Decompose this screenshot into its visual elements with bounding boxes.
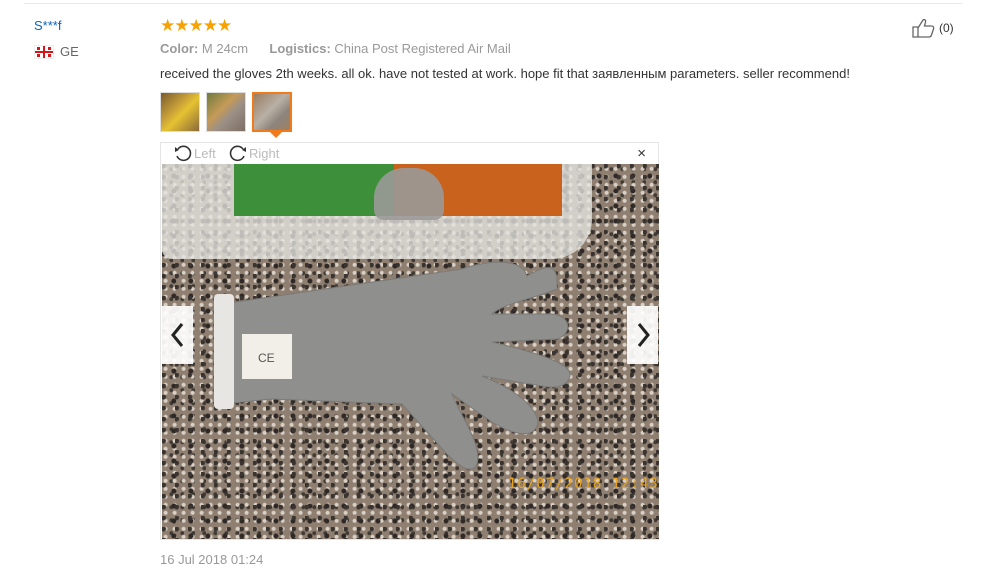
- reviewer-name[interactable]: S***f: [34, 18, 61, 33]
- review-photo-thumb-2[interactable]: [206, 92, 246, 132]
- country-code: GE: [60, 44, 79, 59]
- photo-viewer: Left Right × CE 16/07/2018 12:43: [160, 142, 659, 540]
- helpful-button[interactable]: (0): [912, 18, 954, 38]
- reviewer-country: GE: [34, 44, 79, 59]
- order-info: Color: M 24cm Logistics: China Post Regi…: [160, 41, 511, 56]
- star-rating: ★★★★★: [160, 16, 232, 35]
- rotate-left-icon: [175, 145, 192, 162]
- next-photo-button[interactable]: [627, 306, 658, 364]
- rotate-right-button[interactable]: Right: [228, 144, 279, 162]
- photo-timestamp: 16/07/2018 12:43: [508, 476, 659, 492]
- rotate-left-button[interactable]: Left: [173, 144, 216, 162]
- review-text: received the gloves 2th weeks. all ok. h…: [160, 66, 850, 81]
- review-photo-thumb-1[interactable]: [160, 92, 200, 132]
- color-value: M 24cm: [201, 41, 249, 56]
- chevron-left-icon: [170, 323, 183, 347]
- helpful-count: (0): [939, 21, 954, 35]
- review-divider: [24, 3, 962, 4]
- review-photo: CE 16/07/2018 12:43: [162, 164, 659, 539]
- rotate-right-label: Right: [249, 145, 280, 161]
- selected-thumb-caret: [270, 132, 282, 138]
- thumbs-up-icon: [912, 18, 935, 38]
- color-label: Color:: [160, 41, 199, 56]
- rotate-right-icon: [229, 145, 246, 162]
- previous-photo-button[interactable]: [162, 306, 193, 364]
- logistics-label: Logistics:: [269, 41, 331, 56]
- review-date: 16 Jul 2018 01:24: [160, 552, 264, 567]
- review-photo-thumb-3[interactable]: [252, 92, 292, 132]
- rotate-left-label: Left: [194, 145, 216, 161]
- close-viewer-button[interactable]: ×: [637, 145, 646, 162]
- review-photo-thumbnails: [160, 92, 292, 132]
- georgia-flag-icon: [34, 44, 54, 59]
- viewer-toolbar: Left Right ×: [161, 143, 658, 164]
- logistics-value: China Post Registered Air Mail: [334, 41, 511, 56]
- chevron-right-icon: [637, 323, 650, 347]
- photo-ce-label: CE: [258, 351, 275, 365]
